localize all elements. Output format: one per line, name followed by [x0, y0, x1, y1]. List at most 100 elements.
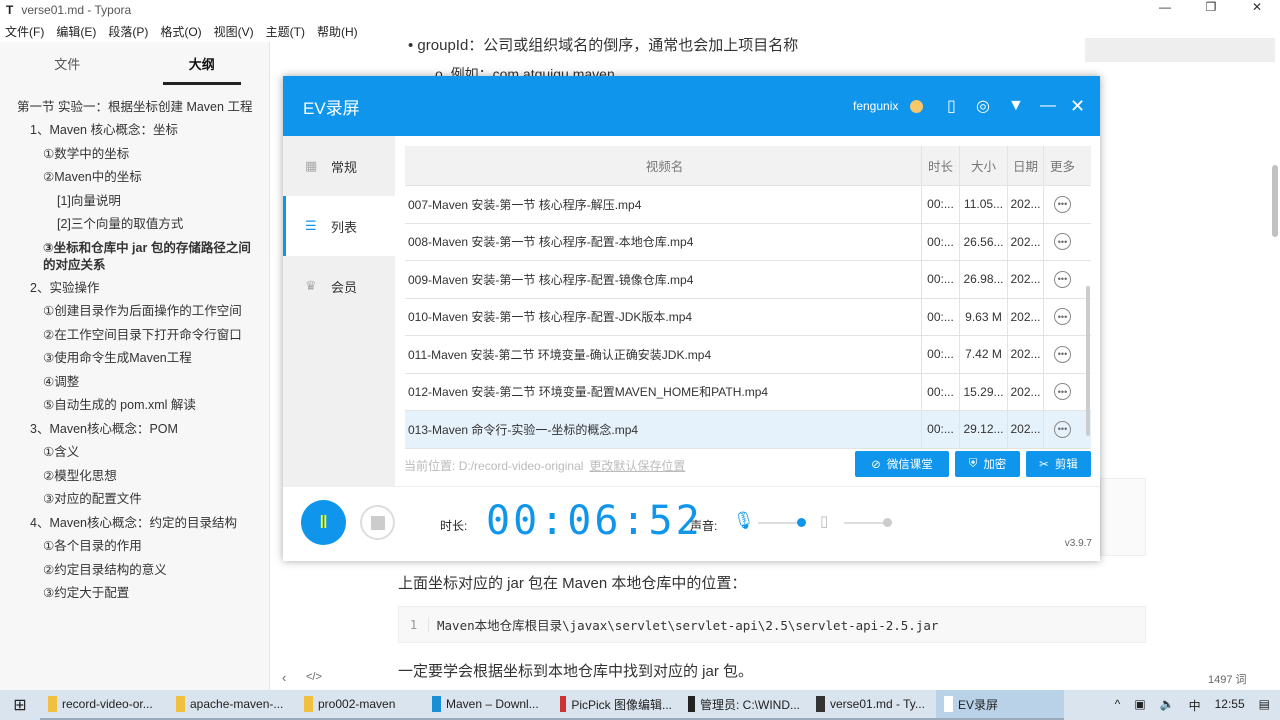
more-options-icon[interactable]: ••• [1054, 308, 1071, 326]
nav-list[interactable]: ☰ 列表 [283, 196, 395, 256]
tablet-icon[interactable]: ▯ [947, 96, 956, 116]
sidebar: 文件 大纲 第一节 实验一：根据坐标创建 Maven 工程 1、Maven 核心概… [0, 42, 270, 690]
settings-icon[interactable]: ◎ [976, 96, 990, 116]
menu-bar: 文件(F) 编辑(E) 段落(P) 格式(O) 视图(V) 主题(T) 帮助(H… [0, 20, 358, 42]
outline-item[interactable]: ②在工作空间目录下打开命令行窗口 [0, 324, 270, 348]
tab-outline[interactable]: 大纲 [135, 54, 270, 85]
outline-item[interactable]: ②Maven中的坐标 [0, 166, 270, 190]
col-duration[interactable]: 时长 [922, 146, 960, 185]
code-block[interactable]: 1 Maven本地仓库根目录\javax\servlet\servlet-api\… [398, 606, 1146, 643]
dropdown-menu-icon[interactable]: ▼ [1008, 97, 1024, 115]
toggle-sidebar-icon[interactable]: ‹ [282, 670, 286, 685]
table-row[interactable]: 012-Maven 安装-第二节 环境变量-配置MAVEN_HOME和PATH.… [405, 373, 1091, 411]
editor-scrollbar[interactable] [1272, 165, 1278, 237]
wechat-class-button[interactable]: ⊘ 微信课堂 [855, 451, 949, 477]
volume-icon[interactable]: 🔈 [1160, 697, 1175, 714]
network-icon[interactable]: ▣ [1134, 697, 1145, 714]
minimize-icon[interactable]: — [1040, 97, 1056, 115]
taskbar-item[interactable]: apache-maven-... [168, 690, 296, 720]
nav-general[interactable]: ▦ 常规 [283, 136, 395, 196]
menu-view[interactable]: 视图(V) [214, 23, 254, 40]
video-duration: 00:... [922, 373, 960, 410]
outline-item[interactable]: ⑤自动生成的 pom.xml 解读 [0, 394, 270, 418]
outline-item[interactable]: ④调整 [0, 371, 270, 395]
notification-icon[interactable]: ▤ [1259, 697, 1270, 714]
outline-item[interactable]: ①数学中的坐标 [0, 143, 270, 167]
clock[interactable]: 12:55 [1215, 697, 1245, 714]
close-icon[interactable]: ✕ [1070, 96, 1085, 117]
outline-item[interactable]: ③坐标和仓库中 jar 包的存储路径之间的对应关系 [0, 237, 270, 277]
encrypt-button[interactable]: ⛨ 加密 [955, 451, 1020, 477]
speaker-icon[interactable]: ▯ [820, 512, 828, 530]
outline-item[interactable]: 第一节 实验一：根据坐标创建 Maven 工程 [0, 96, 270, 119]
tab-files[interactable]: 文件 [0, 54, 135, 73]
location-path: D:/record-video-original [458, 459, 584, 473]
tray-chevron-icon[interactable]: ^ [1115, 697, 1121, 714]
taskbar-item[interactable]: EV录屏 [936, 690, 1064, 720]
outline-item[interactable]: [2]三个向量的取值方式 [0, 213, 270, 237]
more-options-icon[interactable]: ••• [1054, 233, 1071, 251]
taskbar-item[interactable]: Maven – Downl... [424, 690, 552, 720]
menu-theme[interactable]: 主题(T) [266, 23, 305, 40]
menu-edit[interactable]: 编辑(E) [56, 23, 96, 40]
more-options-icon[interactable]: ••• [1054, 270, 1071, 288]
username[interactable]: fengunix [853, 99, 898, 113]
outline-item[interactable]: 3、Maven核心概念：POM [0, 418, 270, 442]
video-date: 202... [1008, 223, 1044, 260]
table-row[interactable]: 009-Maven 安装-第一节 核心程序-配置-镜像仓库.mp4 00:... 2… [405, 261, 1091, 299]
outline-item[interactable]: ③约定大于配置 [0, 582, 270, 606]
source-mode-icon[interactable]: </> [306, 671, 322, 683]
speaker-slider-knob[interactable] [883, 518, 893, 527]
stop-button[interactable] [360, 505, 395, 540]
outline-item[interactable]: ①各个目录的作用 [0, 535, 270, 559]
video-size: 15.29... [960, 373, 1008, 410]
taskbar-item[interactable]: PicPick 图像编辑... [552, 690, 680, 720]
table-row[interactable]: 008-Maven 安装-第一节 核心程序-配置-本地仓库.mp4 00:... 2… [405, 223, 1091, 261]
menu-format[interactable]: 格式(O) [160, 23, 201, 40]
taskbar-item[interactable]: 管理员: C:\WIND... [680, 690, 808, 720]
outline-item[interactable]: ①创建目录作为后面操作的工作空间 [0, 300, 270, 324]
taskbar-item[interactable]: verse01.md - Ty... [808, 690, 936, 720]
outline-item[interactable]: 2、实验操作 [0, 277, 270, 301]
code-line: Maven本地仓库根目录\javax\servlet\servlet-api\2… [437, 618, 939, 633]
change-location-link[interactable]: 更改默认保存位置 [589, 459, 685, 473]
menu-file[interactable]: 文件(F) [5, 23, 44, 40]
table-scrollbar[interactable] [1086, 286, 1090, 436]
more-options-icon[interactable]: ••• [1054, 420, 1071, 438]
outline-item[interactable]: ①含义 [0, 441, 270, 465]
pause-record-button[interactable]: Ⅱ [301, 500, 346, 545]
editor-bullet: • groupId：公司或组织域名的倒序，通常也会加上项目名称 [408, 37, 799, 54]
outline-item[interactable]: ②模型化思想 [0, 465, 270, 489]
close-button[interactable]: ✕ [1234, 0, 1280, 14]
taskbar-item[interactable]: pro002-maven [296, 690, 424, 720]
ev-nav: ▦ 常规 ☰ 列表 ♛ 会员 [283, 136, 395, 486]
outline-item[interactable]: [1]向量说明 [0, 190, 270, 214]
outline-item[interactable]: ③对应的配置文件 [0, 488, 270, 512]
mic-slider-knob[interactable] [797, 518, 807, 527]
col-name[interactable]: 视频名 [405, 146, 922, 185]
outline-item[interactable]: ②约定目录结构的意义 [0, 559, 270, 583]
edit-button[interactable]: ✂ 剪辑 [1026, 451, 1091, 477]
outline-item[interactable]: ③使用命令生成Maven工程 [0, 347, 270, 371]
minimize-button[interactable]: — [1142, 0, 1188, 14]
table-row[interactable]: 011-Maven 安装-第二节 环境变量-确认正确安装JDK.mp4 00:..… [405, 336, 1091, 374]
more-options-icon[interactable]: ••• [1054, 195, 1071, 213]
table-row[interactable]: 013-Maven 命令行-实验一-坐标的概念.mp4 00:... 29.12..… [405, 411, 1091, 449]
outline-item[interactable]: 1、Maven 核心概念：坐标 [0, 119, 270, 143]
menu-help[interactable]: 帮助(H) [317, 23, 358, 40]
taskbar-item[interactable]: record-video-or... [40, 690, 168, 720]
nav-member[interactable]: ♛ 会员 [283, 256, 395, 316]
col-date[interactable]: 日期 [1008, 146, 1044, 185]
restore-button[interactable]: ❐ [1188, 0, 1234, 14]
table-row[interactable]: 010-Maven 安装-第一节 核心程序-配置-JDK版本.mp4 00:...… [405, 298, 1091, 336]
more-options-icon[interactable]: ••• [1054, 345, 1071, 363]
ime-indicator[interactable]: 中 [1189, 697, 1201, 714]
table-row[interactable]: 007-Maven 安装-第一节 核心程序-解压.mp4 00:... 11.05.… [405, 186, 1091, 224]
more-options-icon[interactable]: ••• [1054, 383, 1071, 401]
video-name: 013-Maven 命令行-实验一-坐标的概念.mp4 [405, 411, 922, 448]
menu-paragraph[interactable]: 段落(P) [108, 23, 148, 40]
col-size[interactable]: 大小 [960, 146, 1008, 185]
microphone-icon[interactable]: 🎙 [733, 511, 755, 531]
outline-item[interactable]: 4、Maven核心概念：约定的目录结构 [0, 512, 270, 536]
start-icon[interactable]: ⊞ [0, 695, 40, 715]
